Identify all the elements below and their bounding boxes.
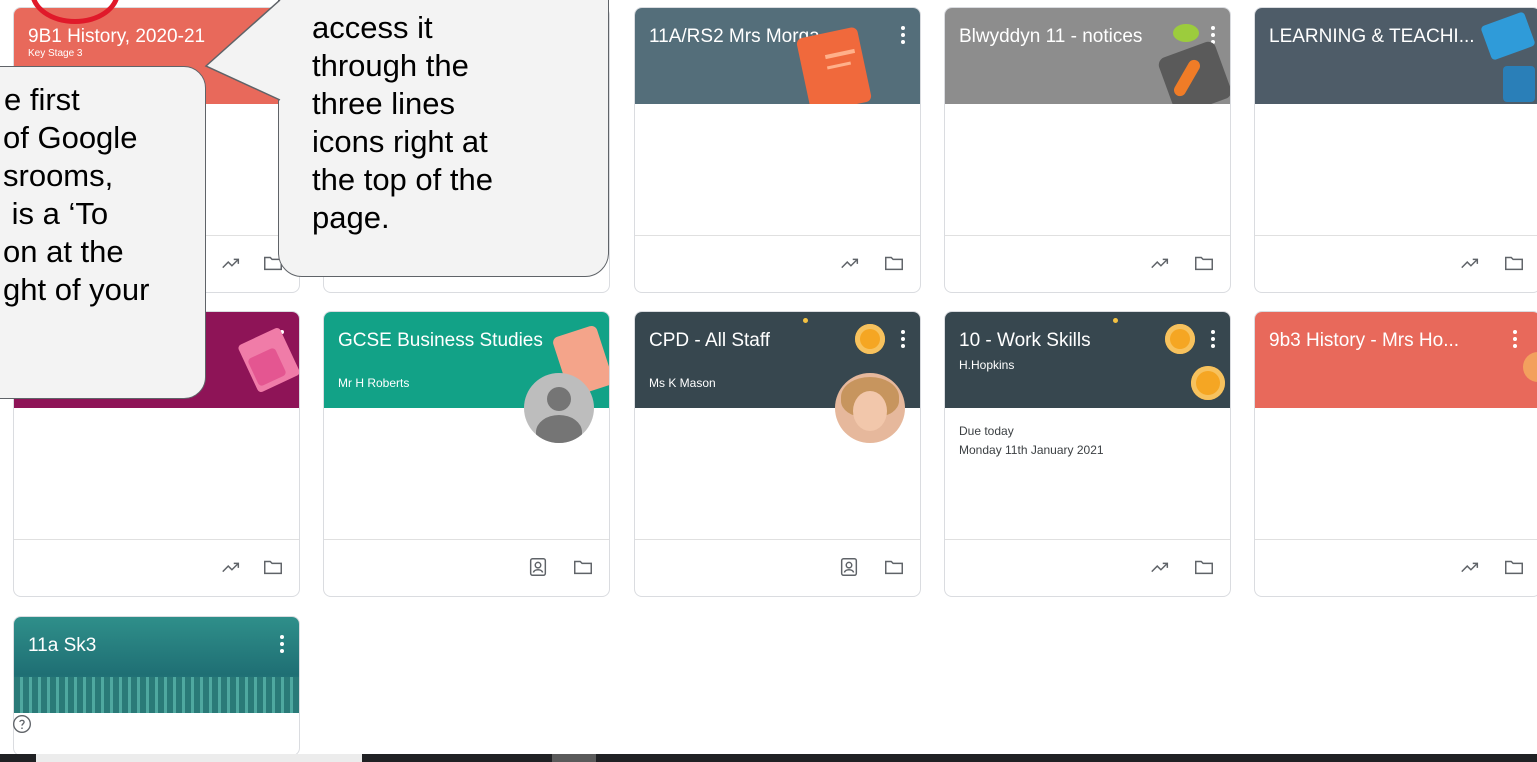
class-card-9b3[interactable]: 9b3 History - Mrs Ho...: [1254, 311, 1537, 597]
help-circle-icon[interactable]: [12, 714, 32, 734]
trending-up-icon[interactable]: [1149, 252, 1171, 274]
teacher-avatar: [835, 373, 905, 443]
class-card-11a-rs2[interactable]: 11A/RS2 Mrs Morgan (...: [634, 7, 921, 293]
taskbar-app[interactable]: [552, 754, 596, 762]
due-notice[interactable]: Due today Monday 11th January 2021: [959, 422, 1104, 460]
card-header[interactable]: LEARNING & TEACHI...: [1255, 8, 1537, 104]
avatar-body: [536, 415, 582, 443]
card-title[interactable]: 9b3 History - Mrs Ho...: [1269, 330, 1459, 352]
callout-line: three lines: [312, 86, 456, 121]
trending-up-icon[interactable]: [1459, 556, 1481, 578]
card-title[interactable]: 9B1 History, 2020-21: [28, 26, 205, 48]
library-illustration: [14, 677, 299, 713]
more-options-icon[interactable]: [279, 635, 285, 653]
card-title[interactable]: 11a Sk3: [28, 635, 96, 657]
callout-line: access it: [312, 10, 433, 45]
card-subtitle: Key Stage 3: [28, 48, 83, 59]
class-card-cpd[interactable]: CPD - All Staff Ms K Mason: [634, 311, 921, 597]
portrait-icon[interactable]: [838, 556, 860, 578]
coin-illustration-icon: [855, 324, 885, 354]
star-dot: [1113, 318, 1118, 323]
card-footer: [635, 235, 920, 292]
folder-icon[interactable]: [1193, 556, 1215, 578]
card-title[interactable]: GCSE Business Studies: [338, 330, 543, 352]
callout-line: the top of the: [312, 162, 493, 197]
callout-line: ght of your: [3, 272, 150, 307]
callout-line: through the: [312, 48, 469, 83]
card-footer: [635, 539, 920, 596]
callout-center: access it through the three lines icons …: [278, 0, 609, 277]
teacher-name: Mr H Roberts: [338, 376, 410, 390]
callout-tail: [204, 0, 281, 101]
trending-up-icon[interactable]: [1149, 556, 1171, 578]
trending-up-icon[interactable]: [220, 252, 242, 274]
star-dot: [803, 318, 808, 323]
device-illustration-icon: [1503, 66, 1535, 102]
card-footer: [945, 539, 1230, 596]
card-header[interactable]: 11A/RS2 Mrs Morgan (...: [635, 8, 920, 104]
coin-illustration-icon: [1165, 324, 1195, 354]
class-card-gcse[interactable]: GCSE Business Studies Mr H Roberts: [323, 311, 610, 597]
leaf-illustration-icon: [1173, 24, 1199, 42]
portrait-icon[interactable]: [527, 556, 549, 578]
folder-icon[interactable]: [1503, 556, 1525, 578]
folder-icon[interactable]: [883, 556, 905, 578]
more-options-icon[interactable]: [1512, 330, 1518, 348]
more-options-icon[interactable]: [900, 26, 906, 44]
callout-line: of Google: [3, 120, 138, 155]
card-footer: [324, 539, 609, 596]
folder-icon[interactable]: [1193, 252, 1215, 274]
class-card-work-skills[interactable]: 10 - Work Skills H.Hopkins Due today Mon…: [944, 311, 1231, 597]
card-footer: [14, 539, 299, 596]
folder-icon[interactable]: [1503, 252, 1525, 274]
card-title[interactable]: CPD - All Staff: [649, 330, 770, 352]
card-header[interactable]: 10 - Work Skills H.Hopkins: [945, 312, 1230, 408]
class-card-11a-sk3[interactable]: 11a Sk3: [13, 616, 300, 756]
avatar-head: [547, 387, 571, 411]
callout-line: e first: [4, 82, 80, 117]
card-header[interactable]: 9b3 History - Mrs Ho...: [1255, 312, 1537, 408]
folder-icon[interactable]: [572, 556, 594, 578]
teacher-name: H.Hopkins: [959, 358, 1015, 372]
more-options-icon[interactable]: [1210, 330, 1216, 348]
history-illustration-icon: [1523, 352, 1537, 382]
trending-up-icon[interactable]: [839, 252, 861, 274]
teacher-name: Ms K Mason: [649, 376, 716, 390]
card-title[interactable]: LEARNING & TEACHI...: [1269, 26, 1475, 48]
coin-illustration-icon: [1191, 366, 1225, 400]
callout-line: is a ‘To: [3, 196, 109, 231]
folder-icon[interactable]: [262, 556, 284, 578]
callout-line: icons right at: [312, 124, 488, 159]
tablet-illustration-icon: [1480, 11, 1536, 61]
class-card-learning[interactable]: LEARNING & TEACHI...: [1254, 7, 1537, 293]
card-title[interactable]: 10 - Work Skills: [959, 330, 1091, 352]
more-options-icon[interactable]: [900, 330, 906, 348]
callout-line: on at the: [3, 234, 124, 269]
card-header[interactable]: Blwyddyn 11 - notices: [945, 8, 1230, 104]
card-footer: [1255, 539, 1537, 596]
taskbar: [0, 754, 1537, 762]
card-header[interactable]: 11a Sk3: [14, 617, 299, 713]
folder-icon[interactable]: [883, 252, 905, 274]
card-title[interactable]: Blwyddyn 11 - notices: [959, 26, 1142, 48]
callout-line: page.: [312, 200, 390, 235]
due-item-link[interactable]: Monday 11th January 2021: [959, 441, 1104, 460]
avatar-face: [853, 391, 887, 431]
callout-left: e first of Google srooms, is a ‘To on at…: [0, 66, 206, 399]
card-footer: [945, 235, 1230, 292]
teacher-avatar: [524, 373, 594, 443]
trending-up-icon[interactable]: [220, 556, 242, 578]
class-card-blwyddyn[interactable]: Blwyddyn 11 - notices: [944, 7, 1231, 293]
callout-line: srooms,: [3, 158, 114, 193]
trending-up-icon[interactable]: [1459, 252, 1481, 274]
card-footer: [1255, 235, 1537, 292]
taskbar-app[interactable]: [36, 754, 362, 762]
due-label: Due today: [959, 424, 1014, 438]
